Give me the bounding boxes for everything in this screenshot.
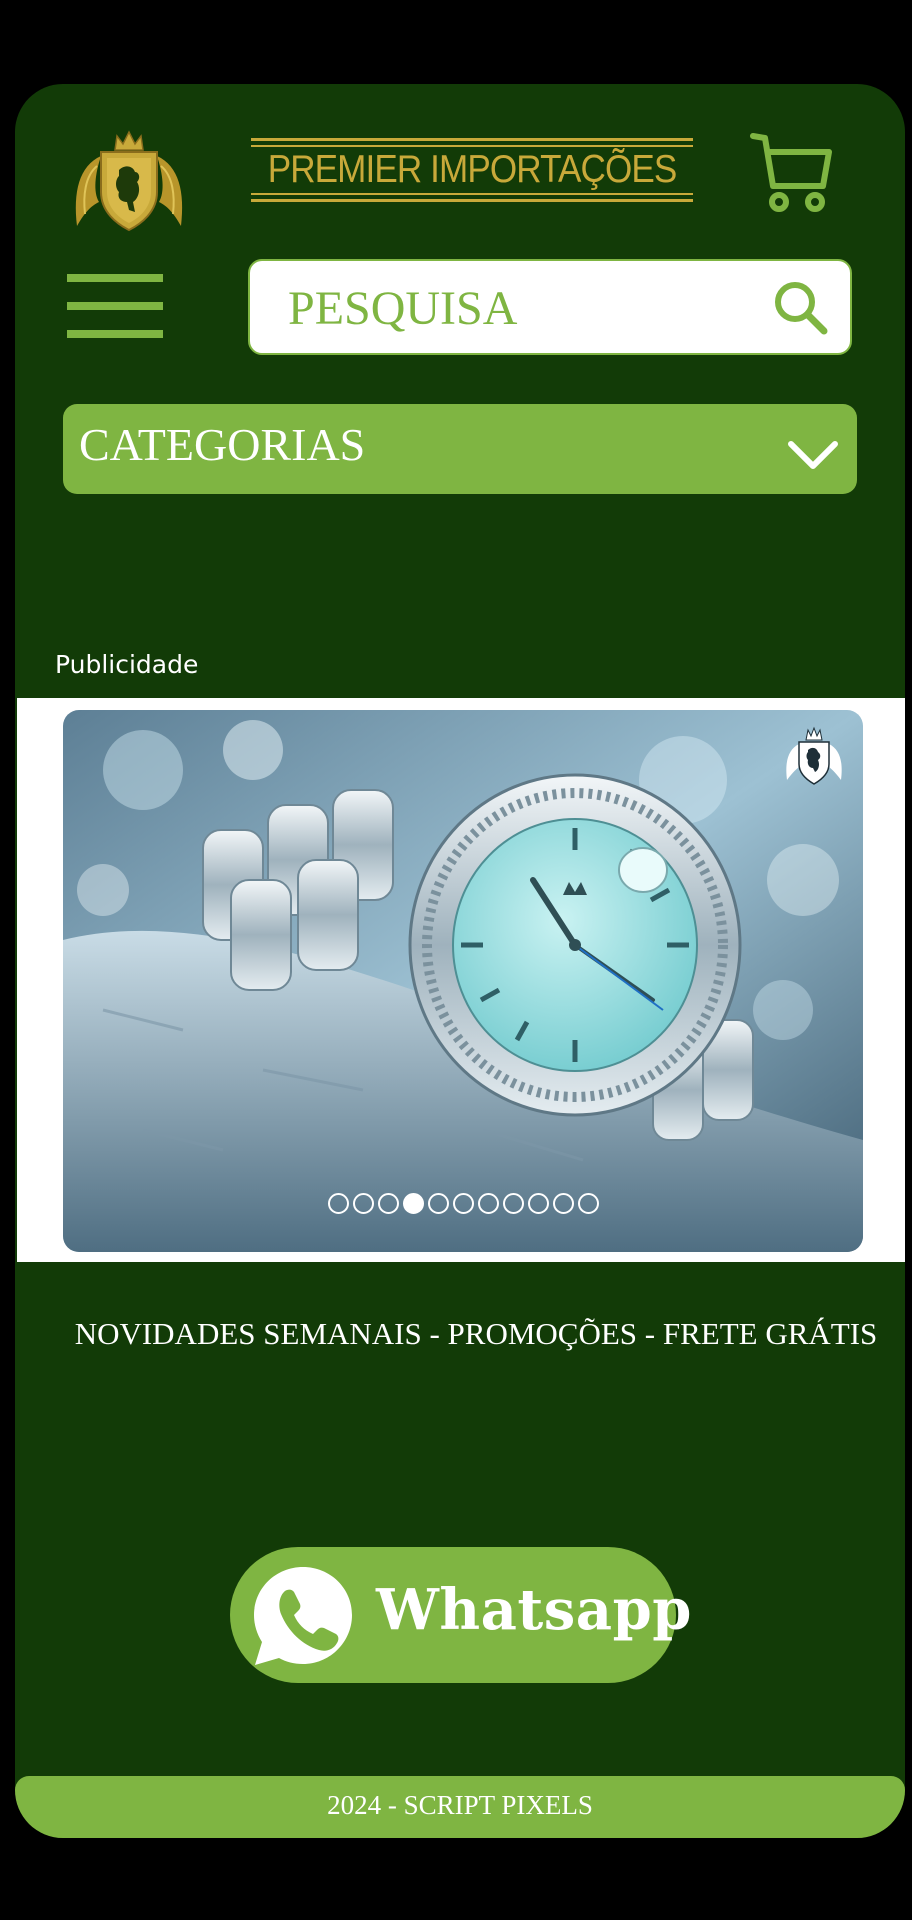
app-screen: PREMIER IMPORTAÇÕES CATEGORIAS bbox=[15, 84, 905, 1838]
hamburger-menu-button[interactable] bbox=[67, 274, 163, 338]
footer: 2024 - SCRIPT PIXELS bbox=[15, 1776, 905, 1838]
carousel-dot[interactable] bbox=[352, 1193, 374, 1214]
carousel-dot[interactable] bbox=[502, 1193, 524, 1214]
promo-banner-text: NOVIDADES SEMANAIS - PROMOÇÕES - FRETE G… bbox=[74, 1316, 878, 1351]
search-icon[interactable] bbox=[772, 279, 830, 337]
whatsapp-label: Whatsapp bbox=[376, 1577, 692, 1643]
hamburger-line bbox=[67, 302, 163, 310]
carousel-dot[interactable] bbox=[452, 1193, 474, 1214]
brand-title-banner: PREMIER IMPORTAÇÕES bbox=[251, 138, 693, 202]
carousel-dots bbox=[63, 1193, 863, 1214]
carousel-dot[interactable] bbox=[377, 1193, 399, 1214]
ad-carousel bbox=[17, 698, 905, 1262]
carousel-dot[interactable] bbox=[402, 1193, 424, 1214]
footer-text: 2024 - SCRIPT PIXELS bbox=[327, 1790, 593, 1820]
carousel-dot[interactable] bbox=[327, 1193, 349, 1214]
brand-watermark-icon bbox=[783, 724, 845, 786]
brand-logo[interactable] bbox=[71, 122, 187, 236]
carousel-dot[interactable] bbox=[527, 1193, 549, 1214]
carousel-dot[interactable] bbox=[427, 1193, 449, 1214]
hamburger-line bbox=[67, 274, 163, 282]
ad-section-label: Publicidade bbox=[55, 650, 199, 679]
search-input[interactable] bbox=[288, 271, 728, 345]
whatsapp-button[interactable]: Whatsapp bbox=[230, 1547, 691, 1683]
categories-dropdown[interactable]: CATEGORIAS bbox=[63, 404, 857, 494]
carousel-dot[interactable] bbox=[577, 1193, 599, 1214]
carousel-dot[interactable] bbox=[552, 1193, 574, 1214]
cart-icon[interactable] bbox=[749, 130, 835, 216]
search-bar bbox=[248, 259, 852, 355]
brand-title: PREMIER IMPORTAÇÕES bbox=[267, 148, 678, 191]
hamburger-line bbox=[67, 330, 163, 338]
ad-slide-image[interactable] bbox=[63, 710, 863, 1252]
carousel-dot[interactable] bbox=[477, 1193, 499, 1214]
chevron-down-icon bbox=[787, 440, 839, 472]
categories-label: CATEGORIAS bbox=[79, 419, 366, 470]
whatsapp-icon bbox=[244, 1557, 362, 1675]
watch-photo bbox=[63, 710, 863, 1252]
